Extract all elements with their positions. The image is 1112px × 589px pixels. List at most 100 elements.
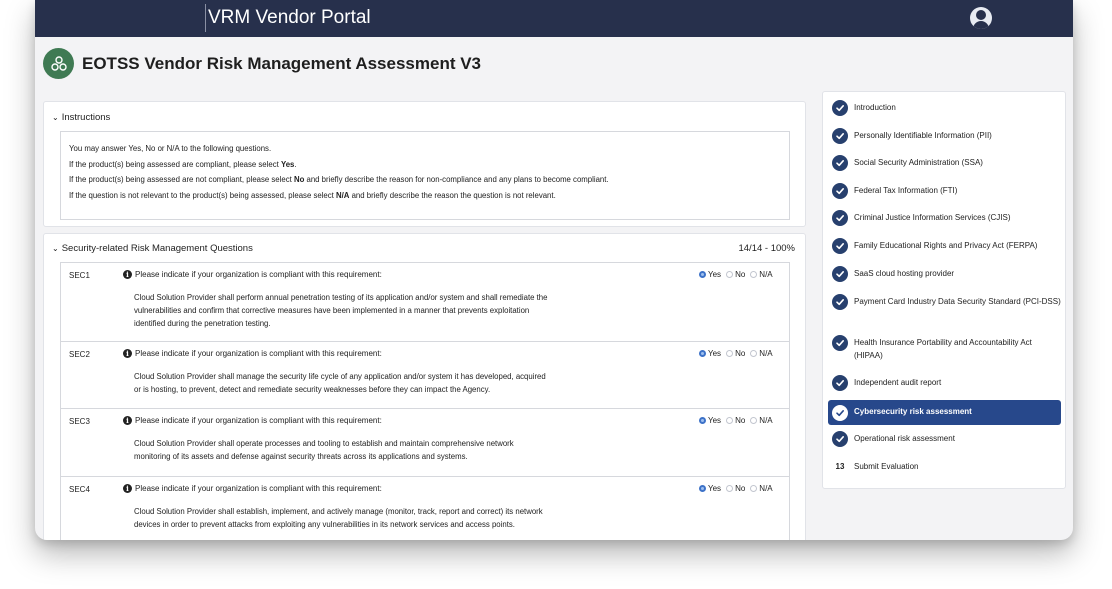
nav-item[interactable]: Federal Tax Information (FTI) — [828, 183, 1061, 199]
check-circle-icon — [832, 183, 848, 199]
nav-item-label: Submit Evaluation — [854, 462, 919, 471]
check-circle-icon — [832, 375, 848, 391]
radio-no[interactable]: No — [726, 270, 745, 279]
question-description: Cloud Solution Provider shall manage the… — [134, 372, 546, 394]
instructions-toggle[interactable]: ⌄ Instructions — [52, 112, 110, 123]
nav-item-label: Health Insurance Portability and Account… — [854, 338, 1032, 360]
chevron-down-icon: ⌄ — [52, 113, 59, 122]
answer-radio-group: Yes No N/A — [699, 349, 778, 358]
question-code: SEC3 — [69, 417, 90, 426]
radio-yes[interactable]: Yes — [699, 270, 721, 279]
instructions-panel: ⌄ Instructions You may answer Yes, No or … — [43, 101, 806, 227]
nav-item-label: Cybersecurity risk assessment — [854, 407, 972, 417]
radio-yes[interactable]: Yes — [699, 416, 721, 425]
question-code: SEC1 — [69, 271, 90, 280]
app-window: VRM Vendor Portal EOTSS Vendor Risk Mana… — [35, 0, 1073, 540]
question-description: Cloud Solution Provider shall establish,… — [134, 507, 543, 529]
question-row: SEC4 i Please indicate if your organizatio… — [60, 477, 790, 540]
nav-item-label: Payment Card Industry Data Security Stan… — [854, 297, 1061, 306]
nav-item[interactable]: SaaS cloud hosting provider — [828, 266, 1061, 282]
radio-na[interactable]: N/A — [750, 270, 773, 279]
radio-button-icon — [750, 350, 758, 357]
info-icon[interactable]: i — [123, 416, 132, 425]
question-prompt: i Please indicate if your organization is… — [123, 349, 382, 358]
questions-section-label: Security-related Risk Management Questio… — [61, 243, 253, 254]
page-header: EOTSS Vendor Risk Management Assessment … — [35, 37, 1073, 89]
nav-item[interactable]: Payment Card Industry Data Security Stan… — [828, 294, 1061, 310]
radio-button-icon — [750, 417, 758, 424]
radio-button-icon — [750, 271, 758, 278]
nav-item[interactable]: Personally Identifiable Information (PII… — [828, 128, 1061, 144]
radio-yes[interactable]: Yes — [699, 349, 721, 358]
nav-item[interactable]: 13 Submit Evaluation — [828, 459, 1061, 474]
nav-item[interactable]: Independent audit report — [828, 375, 1061, 391]
questions-section-toggle[interactable]: ⌄ Security-related Risk Management Questi… — [52, 243, 253, 254]
check-circle-icon — [832, 431, 848, 447]
radio-na[interactable]: N/A — [750, 416, 773, 425]
radio-button-icon — [726, 271, 734, 278]
question-description: Cloud Solution Provider shall perform an… — [134, 293, 548, 328]
nav-item-label: SaaS cloud hosting provider — [854, 269, 955, 278]
page-title: EOTSS Vendor Risk Management Assessment … — [82, 54, 482, 73]
check-circle-icon — [832, 210, 848, 226]
info-icon[interactable]: i — [123, 349, 132, 358]
question-prompt: i Please indicate if your organization is… — [123, 416, 382, 425]
radio-no[interactable]: No — [726, 349, 745, 358]
instruction-line: You may answer Yes, No or N/A to the fol… — [69, 144, 272, 153]
question-prompt: i Please indicate if your organization is… — [123, 270, 382, 279]
check-circle-icon — [832, 238, 848, 254]
radio-yes[interactable]: Yes — [699, 484, 721, 493]
answer-radio-group: Yes No N/A — [699, 484, 778, 493]
nav-item[interactable]: Introduction — [828, 100, 1061, 116]
radio-no[interactable]: No — [726, 416, 745, 425]
app-title: VRM Vendor Portal — [208, 7, 371, 28]
question-description: Cloud Solution Provider shall operate pr… — [134, 439, 514, 461]
user-avatar-icon[interactable] — [970, 7, 992, 29]
top-bar: VRM Vendor Portal — [35, 0, 1073, 37]
nav-item-label: Independent audit report — [854, 378, 942, 387]
radio-na[interactable]: N/A — [750, 349, 773, 358]
nav-item-label: Social Security Administration (SSA) — [854, 158, 983, 167]
nav-item-label: Operational risk assessment — [854, 434, 955, 443]
radio-button-icon — [699, 350, 706, 357]
progress-indicator: 14/14 - 100% — [738, 243, 795, 254]
instructions-box: You may answer Yes, No or N/A to the fol… — [60, 131, 790, 220]
question-prompt: i Please indicate if your organization is… — [123, 484, 382, 493]
nav-item[interactable]: Criminal Justice Information Services (C… — [828, 210, 1061, 226]
answer-radio-group: Yes No N/A — [699, 270, 778, 279]
radio-button-icon — [726, 350, 734, 357]
radio-button-icon — [726, 417, 734, 424]
instructions-label: Instructions — [61, 112, 111, 123]
question-row: SEC3 i Please indicate if your organizatio… — [60, 409, 790, 477]
radio-button-icon — [699, 271, 706, 278]
header-divider — [205, 4, 206, 32]
nav-item[interactable]: Operational risk assessment — [828, 431, 1061, 447]
chevron-down-icon: ⌄ — [52, 244, 59, 253]
check-circle-icon — [832, 335, 848, 351]
info-icon[interactable]: i — [123, 484, 132, 493]
instruction-line: If the product(s) being assessed are not… — [69, 175, 609, 184]
radio-button-icon — [699, 417, 706, 424]
check-circle-icon — [832, 294, 848, 310]
nav-item[interactable]: Cybersecurity risk assessment — [828, 400, 1061, 425]
info-icon[interactable]: i — [123, 270, 132, 279]
nav-item[interactable]: Health Insurance Portability and Account… — [828, 335, 1061, 362]
check-circle-icon — [832, 404, 848, 421]
nav-item[interactable]: Family Educational Rights and Privacy Ac… — [828, 238, 1061, 254]
radio-na[interactable]: N/A — [750, 484, 773, 493]
questions-panel: ⌄ Security-related Risk Management Questi… — [43, 233, 806, 540]
nav-item-label: Family Educational Rights and Privacy Ac… — [854, 241, 1038, 250]
radio-no[interactable]: No — [726, 484, 745, 493]
nav-item[interactable]: Social Security Administration (SSA) — [828, 155, 1061, 171]
check-circle-icon — [832, 266, 848, 282]
question-code: SEC2 — [69, 350, 90, 359]
check-circle-icon — [832, 100, 848, 116]
question-row: SEC1 i Please indicate if your organizatio… — [60, 262, 790, 342]
section-navigation: Introduction Personally Identifiable Info… — [822, 91, 1066, 489]
nav-item-label: Federal Tax Information (FTI) — [854, 186, 958, 195]
radio-button-icon — [726, 485, 734, 492]
vendor-group-icon — [43, 48, 74, 79]
check-circle-icon — [832, 155, 848, 171]
step-number: 13 — [835, 462, 845, 471]
radio-button-icon — [750, 485, 758, 492]
